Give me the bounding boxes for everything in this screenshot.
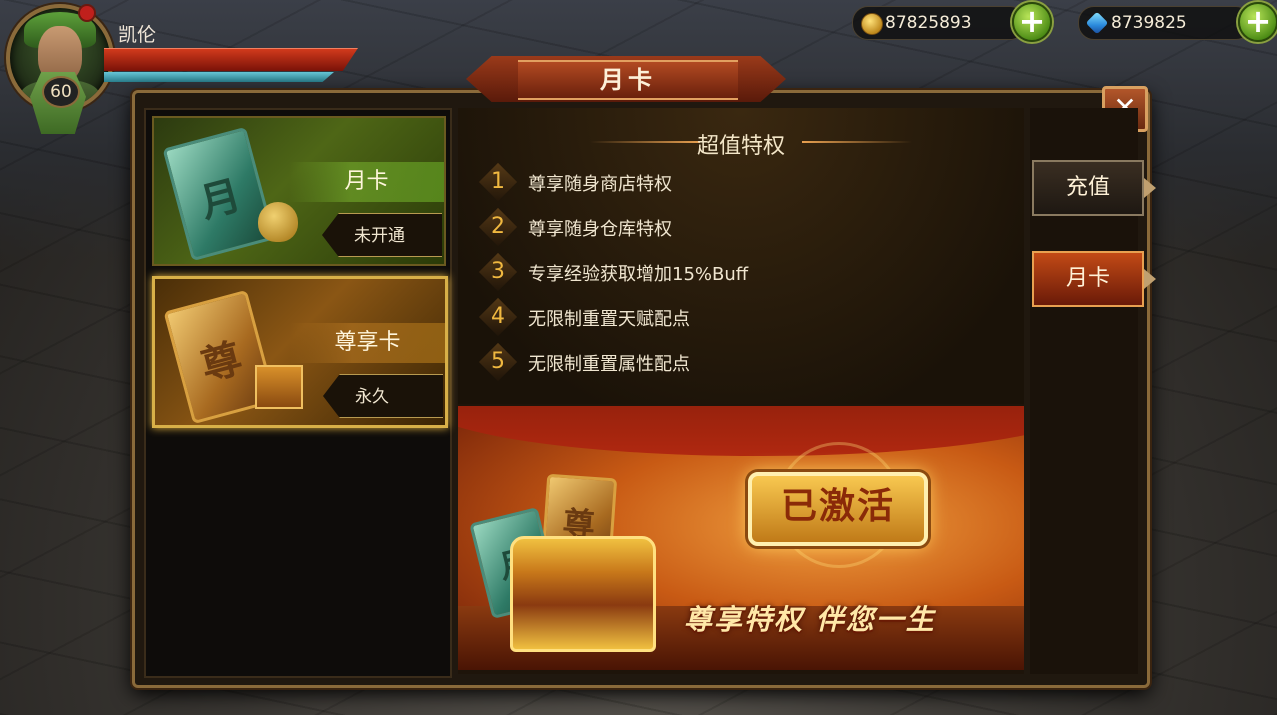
privilege-number: 5 [478,342,518,382]
activated-banner: 尊 月 已激活 尊享特权 伴您一生 [458,406,1024,670]
gold-coin-icon [861,13,883,35]
tab-month-label: 月卡 [1065,266,1110,291]
privilege-number: 1 [478,162,518,202]
privilege-text: 无限制重置属性配点 [528,354,690,375]
card-month[interactable]: 月 月卡 未开通 [152,116,446,266]
card-vip-status: 永久 [323,374,443,418]
tab-recharge-label: 充值 [1065,175,1110,200]
tab-monthly-card[interactable]: 月卡 [1032,251,1156,307]
hp-bar [104,48,358,71]
privilege-number: 3 [478,252,518,292]
privilege-number: 4 [478,297,518,337]
vip-card-char: 尊 [196,334,247,391]
privilege-panel[interactable]: 超值特权 1 尊享随身商店特权 2 尊享随身仓库特权 3 专享经验获取增加15%… [458,108,1024,404]
tab-arrow-icon [1144,269,1156,289]
money-bag-icon [258,202,298,242]
gold-display: 87825893 [852,6,1026,40]
month-card-book-icon: 月 [162,126,276,262]
add-diamond-button[interactable]: + [1238,2,1277,42]
card-month-label: 月卡 [289,162,444,202]
privilege-title: 超值特权 [696,134,785,159]
banner-slogan: 尊享特权 伴您一生 [684,603,936,636]
card-month-status: 未开通 [322,213,442,257]
treasure-chest-icon [510,536,656,652]
avatar-gem-icon [78,4,96,22]
dialog-title: 月卡 [518,60,738,100]
privilege-number: 2 [478,207,518,247]
gift-box-icon [255,365,303,409]
card-vip-label: 尊享卡 [290,323,445,363]
privilege-text: 专享经验获取增加15%Buff [528,264,749,285]
gold-amount: 87825893 [885,13,972,33]
activated-stamp: 已激活 [748,472,928,546]
card-vip[interactable]: 尊 尊享卡 永久 [152,276,448,428]
player-name: 凯伦 [118,24,157,46]
month-card-char: 月 [195,171,246,228]
diamond-icon [1085,11,1109,35]
tab-arrow-icon [1144,178,1156,198]
tab-recharge[interactable]: 充值 [1032,160,1156,216]
mp-bar [104,72,334,82]
player-level: 60 [42,76,80,108]
add-gold-button[interactable]: + [1012,2,1052,42]
privilege-text: 尊享随身仓库特权 [528,219,672,240]
privilege-text: 无限制重置天赋配点 [528,309,690,330]
diamond-amount: 8739825 [1111,13,1187,33]
diamond-display: 8739825 [1078,6,1252,40]
privilege-text: 尊享随身商店特权 [528,174,672,195]
banner-curtain [458,406,1024,456]
